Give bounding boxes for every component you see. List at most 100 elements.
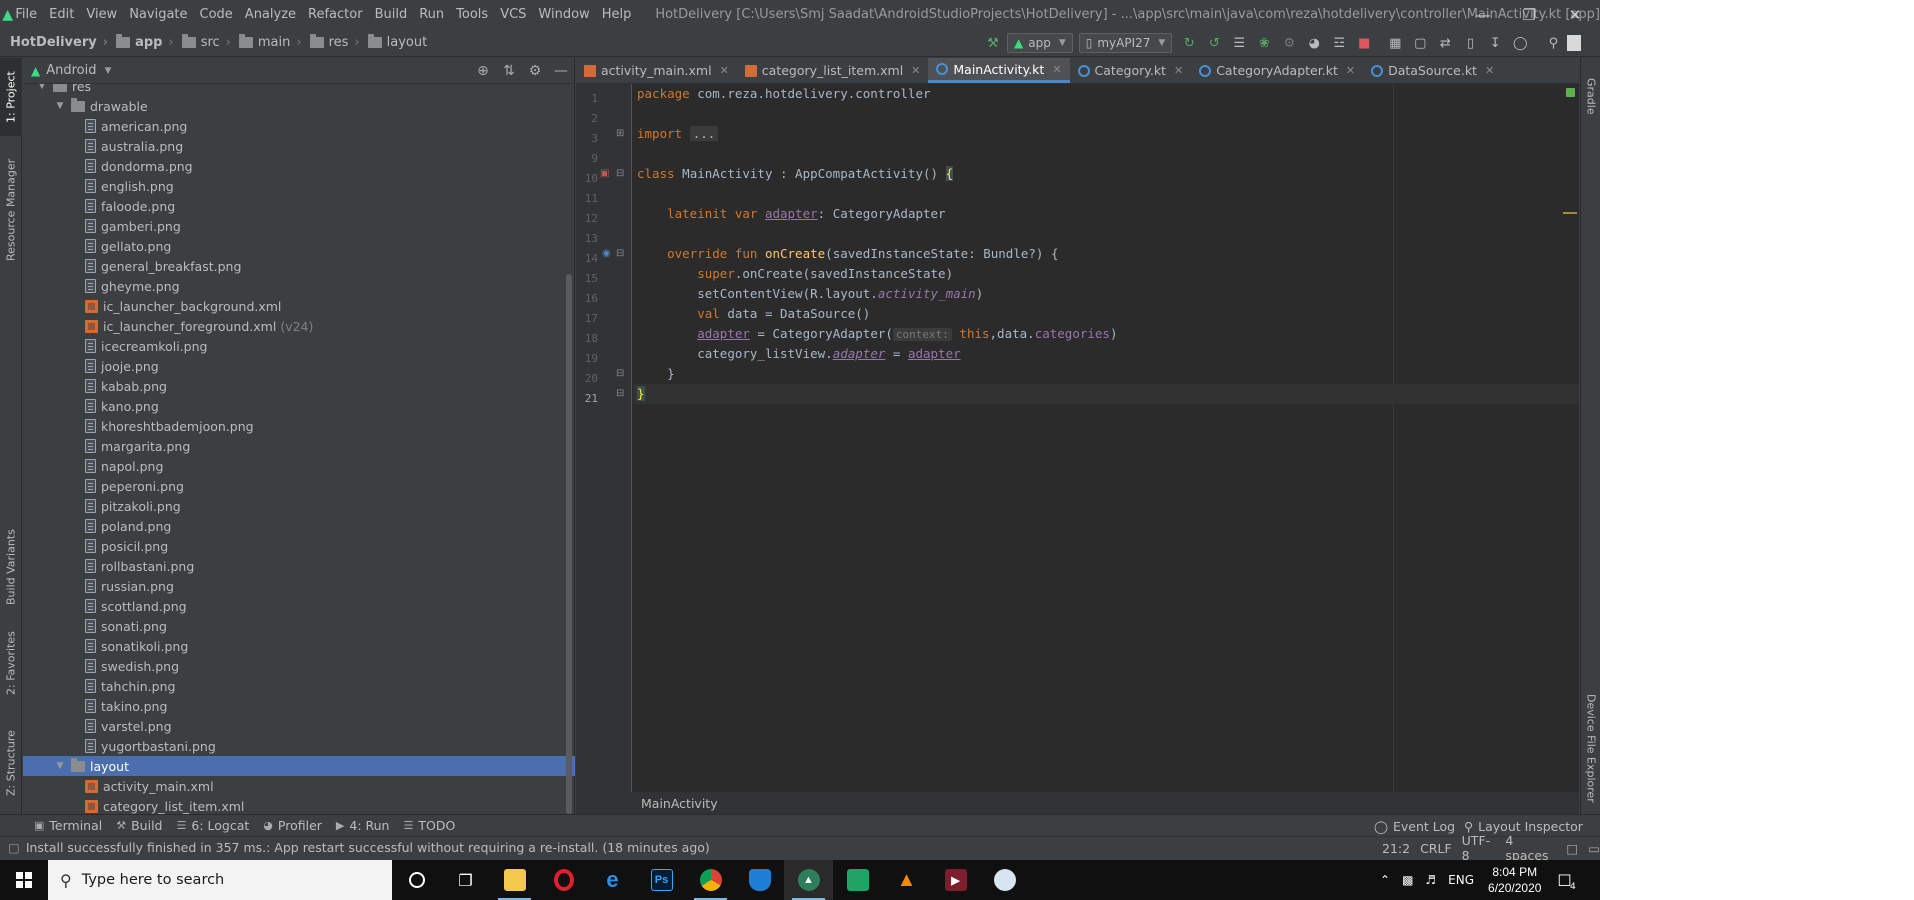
close-tab-icon[interactable]: ✕ (911, 64, 920, 77)
tree-file[interactable]: faloode.png (23, 196, 575, 216)
breadcrumb-res[interactable]: res › (309, 34, 360, 50)
memory-indicator-icon[interactable]: ▭ (1588, 841, 1600, 856)
expand-arrow-icon[interactable]: ▼ (53, 101, 67, 111)
tree-file[interactable]: khoreshtbademjoon.png (23, 416, 575, 436)
warning-marker[interactable] (1563, 212, 1577, 214)
editor-tab[interactable]: category_list_item.xml ✕ (737, 58, 929, 83)
menu-edit[interactable]: Edit (49, 7, 74, 22)
opera-app[interactable] (539, 860, 588, 900)
tree-file[interactable]: gheyme.png (23, 276, 575, 296)
menu-view[interactable]: View (86, 7, 117, 22)
tree-file[interactable]: category_list_item.xml (23, 796, 575, 814)
close-tab-icon[interactable]: ✕ (1052, 63, 1061, 76)
code-line-20[interactable]: } (633, 364, 1579, 384)
code-line-10[interactable]: class MainActivity : AppCompatActivity()… (633, 164, 1579, 184)
editor-breadcrumb[interactable]: MainActivity (576, 792, 1579, 814)
breadcrumb-layout[interactable]: layout (367, 34, 427, 50)
tree-file[interactable]: gamberi.png (23, 216, 575, 236)
run-config-select[interactable]: ▲ app ▼ (1007, 33, 1073, 53)
language-indicator[interactable]: ENG (1448, 873, 1474, 887)
paint-app[interactable] (980, 860, 1029, 900)
file-explorer-app[interactable] (490, 860, 539, 900)
close-tab-icon[interactable]: ✕ (1485, 64, 1494, 77)
menu-analyze[interactable]: Analyze (245, 7, 296, 22)
coverage-icon[interactable]: ☰ (1228, 32, 1250, 54)
class-run-gutter-icon[interactable]: ▣ (600, 164, 609, 184)
error-stripe[interactable] (1563, 84, 1579, 792)
sheets-app[interactable] (833, 860, 882, 900)
cortana-button[interactable] (392, 860, 441, 900)
code-line-12[interactable]: lateinit var adapter: CategoryAdapter (633, 204, 1579, 224)
tool-window-resource-manager[interactable]: Resource Manager (0, 150, 22, 270)
menu-help[interactable]: Help (602, 7, 632, 22)
close-tab-icon[interactable]: ✕ (1174, 64, 1183, 77)
terminal-tool-button[interactable]: ▣ Terminal (34, 818, 102, 833)
menu-build[interactable]: Build (375, 7, 408, 22)
expand-arrow-icon[interactable]: ▼ (35, 84, 49, 91)
sync-gradle-icon[interactable]: ⇄ (1434, 32, 1456, 54)
code-line-17[interactable]: val data = DataSource() (633, 304, 1579, 324)
menu-vcs[interactable]: VCS (500, 7, 526, 22)
taskbar-search-box[interactable]: ⚲ Type here to search (48, 860, 392, 900)
tree-file[interactable]: margarita.png (23, 436, 575, 456)
layout-icon[interactable]: ▢ (1409, 32, 1431, 54)
lock-icon[interactable]: □ (1566, 841, 1578, 856)
close-tab-icon[interactable]: ✕ (720, 64, 729, 77)
search-icon[interactable]: ⚲ (1542, 32, 1564, 54)
chevron-down-icon[interactable]: ▼ (105, 66, 112, 76)
editor-tab[interactable]: CategoryAdapter.kt ✕ (1191, 58, 1363, 83)
file-encoding[interactable]: UTF-8 (1462, 833, 1496, 863)
line-separator[interactable]: CRLF (1420, 841, 1452, 856)
code-line-1[interactable]: package com.reza.hotdelivery.controller (633, 84, 1579, 104)
attach-debugger-icon[interactable]: ⚙ (1278, 32, 1300, 54)
profile-icon[interactable]: ◕ (1303, 32, 1325, 54)
tool-window-device-file-explorer[interactable]: Device File Explorer (1581, 688, 1600, 808)
folded-imports[interactable]: ... (689, 126, 719, 141)
menu-navigate[interactable]: Navigate (129, 7, 187, 22)
project-structure-icon[interactable]: ▦ (1384, 32, 1406, 54)
menu-refactor[interactable]: Refactor (308, 7, 363, 22)
device-select[interactable]: ▯ myAPI27 ▼ (1078, 33, 1173, 53)
tool-window-gradle[interactable]: Gradle (1581, 66, 1600, 126)
build-tool-button[interactable]: ⚒ Build (116, 818, 162, 833)
tree-folder[interactable]: ▼ drawable (23, 96, 575, 116)
breadcrumb-main[interactable]: main › (238, 34, 302, 50)
fold-icon[interactable]: ⊟ (616, 384, 624, 404)
code-area[interactable]: package com.reza.hotdelivery.controller … (633, 84, 1579, 792)
tool-window-project[interactable]: 1: Project (0, 58, 22, 136)
breadcrumb-project[interactable]: HotDelivery › (10, 35, 108, 50)
tree-file[interactable]: kabab.png (23, 376, 575, 396)
tree-file[interactable]: jooje.png (23, 356, 575, 376)
project-scrollbar[interactable] (566, 274, 572, 814)
tree-file[interactable]: sonati.png (23, 616, 575, 636)
tree-file[interactable]: poland.png (23, 516, 575, 536)
edge-app[interactable]: e (588, 860, 637, 900)
caret-position[interactable]: 21:2 (1382, 841, 1410, 856)
fold-icon[interactable]: ⊟ (616, 364, 624, 384)
stop-icon[interactable]: ■ (1353, 32, 1375, 54)
tool-window-build-variants[interactable]: Build Variants (0, 520, 22, 614)
close-window-button[interactable]: ✕ (1552, 0, 1598, 29)
fold-icon[interactable]: ⊟ (616, 164, 624, 184)
inspection-ok-icon[interactable] (1566, 88, 1575, 97)
chrome-app[interactable] (686, 860, 735, 900)
override-gutter-icon[interactable]: ◉ (602, 244, 611, 264)
minimize-button[interactable]: — (1460, 0, 1506, 29)
media-player-app[interactable]: ▶ (931, 860, 980, 900)
close-tab-icon[interactable]: ✕ (1346, 64, 1355, 77)
tree-file[interactable]: australia.png (23, 136, 575, 156)
assistant-icon[interactable]: ◯ (1509, 32, 1531, 54)
task-view-button[interactable]: ❐ (441, 860, 490, 900)
tool-window-favorites[interactable]: 2: Favorites (0, 623, 22, 703)
profiler-tool-button[interactable]: ◕ Profiler (263, 818, 322, 833)
clock[interactable]: 8:04 PM 6/20/2020 (1488, 864, 1541, 896)
show-hidden-icons-icon[interactable]: ⌃ (1380, 873, 1390, 887)
notifications-icon[interactable]: ☐ 4 (1557, 871, 1575, 892)
gear-icon[interactable]: ⚙ (522, 63, 548, 79)
collapse-all-icon[interactable]: ⇅ (496, 63, 522, 79)
code-line-21[interactable]: } (633, 384, 1579, 404)
menu-run[interactable]: Run (419, 7, 444, 22)
code-line-15[interactable]: super.onCreate(savedInstanceState) (633, 264, 1579, 284)
status-message[interactable]: ▢ Install successfully finished in 357 ms… (8, 840, 710, 855)
tree-file[interactable]: scottland.png (23, 596, 575, 616)
